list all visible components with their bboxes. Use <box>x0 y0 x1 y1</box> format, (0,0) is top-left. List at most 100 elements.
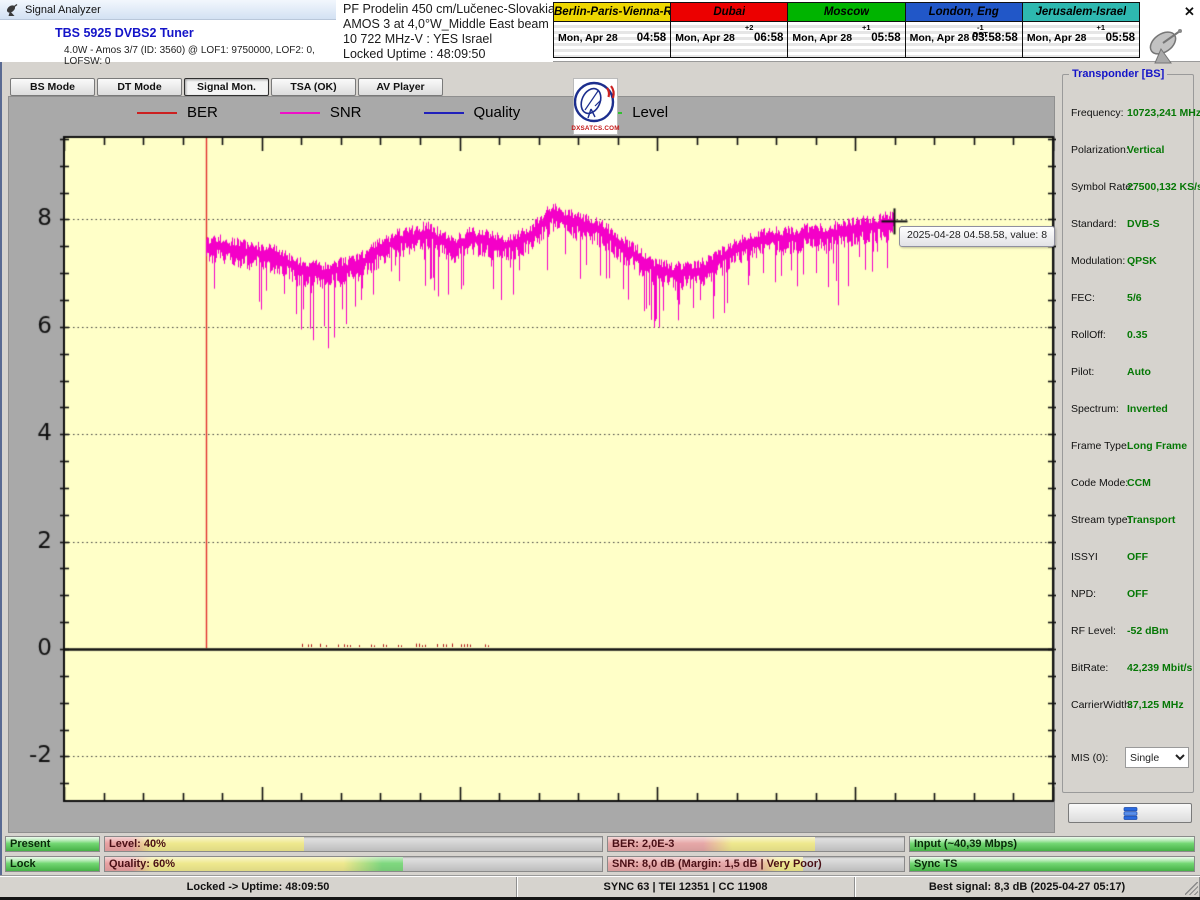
field-standard-: Standard: DVB-S <box>1063 210 1193 247</box>
field-label: Frequency: <box>1071 107 1124 119</box>
tab-signal-mon-[interactable]: Signal Mon. <box>184 78 269 96</box>
clock-time-cell: Mon, Apr 28-1DST03:58:58 <box>906 22 1022 57</box>
indicator-lock: Lock <box>5 856 100 872</box>
clock-date: Mon, Apr 28 <box>910 32 970 44</box>
field-polarization-: Polarization:Vertical <box>1063 136 1193 173</box>
indicator-label: BER: 2,0E-3 <box>612 838 674 850</box>
transponder-title: Transponder [BS] <box>1069 68 1167 80</box>
resize-grip[interactable] <box>1185 882 1198 895</box>
field-label: Standard: <box>1071 218 1117 230</box>
clock-london-eng: London, EngMon, Apr 28-1DST03:58:58 <box>906 3 1023 57</box>
indicator-ber: BER: 2,0E-3 <box>607 836 905 852</box>
indicator-sync-ts: Sync TS <box>909 856 1195 872</box>
field-label: RF Level: <box>1071 625 1116 637</box>
field-label: ISSYI <box>1071 551 1098 563</box>
site-line-uptime: Locked Uptime : 48:09:50 <box>343 47 553 62</box>
field-pilot-: Pilot:Auto <box>1063 358 1193 395</box>
field-label: Spectrum: <box>1071 403 1119 415</box>
field-rolloff-: RollOff:0.35 <box>1063 321 1193 358</box>
window-titlebar: Signal Analyzer <box>0 0 336 20</box>
field-bitrate-: BitRate: 42,239 Mbit/s <box>1063 654 1193 691</box>
field-value: 42,239 Mbit/s <box>1127 662 1192 674</box>
dxsatcs-logo-graphic <box>574 79 617 125</box>
window-title: Signal Analyzer <box>25 4 101 16</box>
legend-label: BER <box>187 104 218 121</box>
field-label: NPD: <box>1071 588 1096 600</box>
clock-jerusalem-israel: Jerusalem-IsraelMon, Apr 28+105:58 <box>1023 3 1139 57</box>
field-frame-type-: Frame Type:Long Frame <box>1063 432 1193 469</box>
field-carrierwidth-: CarrierWidth:37,125 MHz <box>1063 691 1193 728</box>
close-button[interactable]: ✕ <box>1181 3 1198 20</box>
mis-row: MIS (0): Single <box>1063 747 1193 771</box>
clock-utc-offset: +2 <box>745 24 754 31</box>
legend-label: Quality <box>474 104 521 121</box>
signal-analyzer-window: Signal Analyzer TBS 5925 DVBS2 Tuner 4.0… <box>0 0 1200 900</box>
clock-time-cell: Mon, Apr 28+105:58 <box>1023 22 1139 57</box>
clock-time-cell: Mon, Apr 28 +105:58 <box>788 22 904 57</box>
site-line-frequency: 10 722 MHz-V : YES Israel <box>343 32 553 47</box>
legend-item-quality: Quality <box>424 104 521 121</box>
clock-city: Dubai <box>671 3 787 22</box>
clock-utc-offset: +1 <box>862 24 871 31</box>
tab-tsa-ok-[interactable]: TSA (OK) <box>271 78 356 96</box>
clock-city: Jerusalem-Israel <box>1023 3 1139 22</box>
field-label: Pilot: <box>1071 366 1094 378</box>
legend-label: SNR <box>330 104 362 121</box>
clock-date: Mon, Apr 28 <box>1027 32 1087 44</box>
tab-av-player[interactable]: AV Player <box>358 78 443 96</box>
tuner-config: 4.0W - Amos 3/7 (ID: 3560) @ LOF1: 97500… <box>64 45 336 67</box>
statusbar-section-1: SYNC 63 | TEI 12351 | CC 11908 <box>517 877 855 897</box>
chart-legend: BER SNR Quality Level <box>137 104 730 121</box>
tab-bs-mode[interactable]: BS Mode <box>10 78 95 96</box>
clock-utc-offset: +1 <box>1096 24 1105 31</box>
indicator-label: Level: 40% <box>109 838 166 850</box>
satellite-dish-icon <box>1140 27 1188 65</box>
chart-panel: BERSNRQualityLevel 2025-04-28 04.58.58, … <box>8 96 1055 833</box>
clock-date: Mon, Apr 28 <box>792 32 852 44</box>
indicator-quality: Quality: 60% <box>104 856 603 872</box>
clock-time: 05:58 <box>871 32 900 44</box>
mis-label: MIS (0): <box>1071 752 1108 764</box>
field-value: CCM <box>1127 477 1151 489</box>
field-label: FEC: <box>1071 292 1095 304</box>
field-value: Inverted <box>1127 403 1168 415</box>
legend-label: Level <box>632 104 668 121</box>
indicator-label: SNR: 8,0 dB (Margin: 1,5 dB | Very Poor) <box>612 858 822 870</box>
mode-tabs: BS ModeDT ModeSignal Mon.TSA (OK)AV Play… <box>10 78 443 96</box>
field-label: CarrierWidth: <box>1071 699 1133 711</box>
field-issyi: ISSYIOFF <box>1063 543 1193 580</box>
clock-time-cell: Mon, Apr 2804:58 <box>554 22 670 57</box>
field-value: QPSK <box>1127 255 1157 267</box>
indicator-snr: SNR: 8,0 dB (Margin: 1,5 dB | Very Poor) <box>607 856 905 872</box>
legend-item-ber: BER <box>137 104 218 121</box>
signal-chart[interactable] <box>9 97 1056 834</box>
field-fec-: FEC: 5/6 <box>1063 284 1193 321</box>
tuner-title: TBS 5925 DVBS2 Tuner <box>55 26 194 40</box>
clock-date: Mon, Apr 28 <box>558 32 618 44</box>
indicator-input: Input (~40,39 Mbps) <box>909 836 1195 852</box>
field-value: 0.35 <box>1127 329 1147 341</box>
field-modulation-: Modulation:QPSK <box>1063 247 1193 284</box>
app-dish-icon <box>5 3 19 17</box>
field-label: Code Mode: <box>1071 477 1128 489</box>
mis-select[interactable]: Single <box>1125 747 1189 768</box>
clock-city: Moscow <box>788 3 904 22</box>
field-code-mode-: Code Mode:CCM <box>1063 469 1193 506</box>
field-label: BitRate: <box>1071 662 1108 674</box>
legend-line <box>424 112 464 114</box>
field-value: 5/6 <box>1127 292 1142 304</box>
field-value: -52 dBm <box>1127 625 1168 637</box>
field-rf-level-: RF Level: -52 dBm <box>1063 617 1193 654</box>
field-label: Polarization: <box>1071 144 1129 156</box>
clock-moscow: Moscow Mon, Apr 28 +105:58 <box>788 3 905 57</box>
status-bar: Locked -> Uptime: 48:09:50SYNC 63 | TEI … <box>0 876 1200 897</box>
site-line-satellite: AMOS 3 at 4,0°W_Middle East beam <box>343 17 553 32</box>
site-info: PF Prodelin 450 cm/Lučenec-Slovakia AMOS… <box>336 0 553 62</box>
clock-berlin-paris-vienna-roma: Berlin-Paris-Vienna-RomaMon, Apr 2804:58 <box>554 3 671 57</box>
save-button[interactable] <box>1068 803 1192 823</box>
field-value: DVB-S <box>1127 218 1160 230</box>
tab-dt-mode[interactable]: DT Mode <box>97 78 182 96</box>
clock-time: 06:58 <box>754 32 783 44</box>
indicator-label: Sync TS <box>914 858 957 870</box>
field-label: Symbol Rate: <box>1071 181 1134 193</box>
